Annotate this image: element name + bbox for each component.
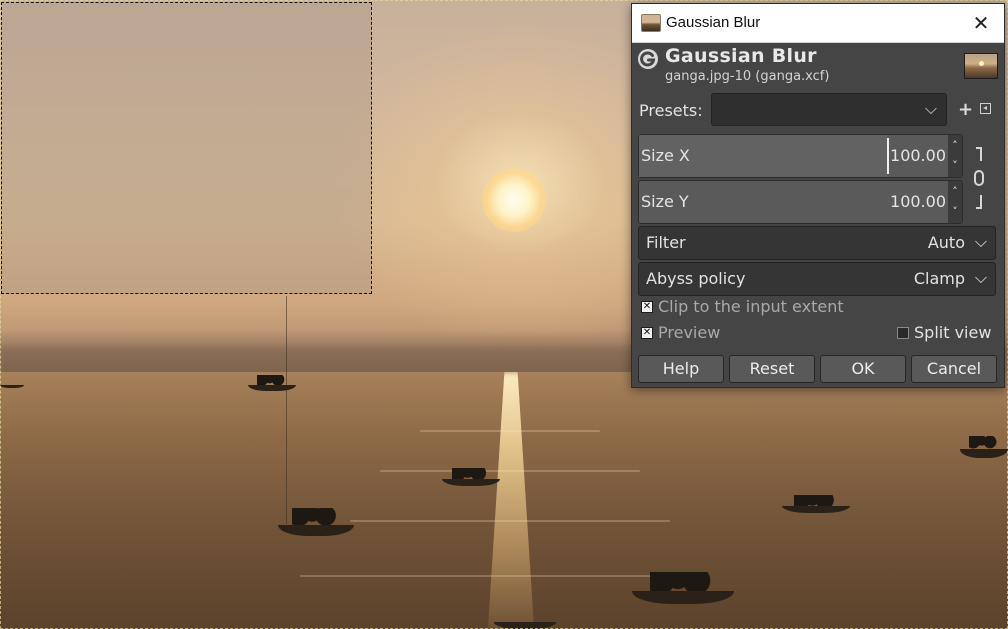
boat-mast	[286, 296, 287, 524]
boat	[248, 375, 296, 391]
abyss-policy-dropdown[interactable]: Abyss policy Clamp ⌵	[638, 262, 996, 296]
chain-link-icon[interactable]	[972, 145, 986, 211]
size-x-increment-icon[interactable]: ˄	[949, 136, 961, 156]
title-bar[interactable]: Gaussian Blur ✕	[632, 4, 1004, 43]
preview-label[interactable]: Preview	[658, 323, 720, 342]
ok-button[interactable]: OK	[820, 355, 906, 383]
boat	[494, 612, 556, 629]
image-subtitle: ganga.jpg-10 (ganga.xcf)	[665, 69, 830, 84]
clip-to-input-extent-label[interactable]: Clip to the input extent	[658, 297, 844, 316]
size-x-slider-cursor[interactable]	[887, 138, 889, 174]
boat	[632, 572, 734, 604]
window-app-icon	[641, 14, 661, 32]
boat	[782, 495, 850, 513]
boat	[442, 468, 500, 486]
size-x-stepper: ˄ ˅	[948, 135, 962, 177]
filter-label: Filter	[646, 233, 686, 252]
abyss-policy-value: Clamp	[913, 269, 965, 288]
presets-label: Presets:	[639, 101, 703, 120]
cancel-button[interactable]: Cancel	[911, 355, 997, 383]
close-button[interactable]: ✕	[958, 4, 1004, 42]
gaussian-blur-dialog: Gaussian Blur ✕ Gaussian Blur ganga.jpg-…	[631, 3, 1005, 388]
size-y-value[interactable]: 100.00	[890, 192, 946, 211]
size-y-stepper: ˄ ˅	[948, 181, 962, 223]
gimp-logo-icon	[638, 49, 658, 69]
chevron-down-icon: ⌵	[924, 99, 937, 118]
size-y-spinbutton[interactable]: Size Y 100.00 ˄ ˅	[638, 180, 963, 224]
abyss-policy-label: Abyss policy	[646, 269, 746, 288]
boat	[960, 436, 1008, 458]
water-ripple	[420, 430, 600, 432]
size-x-decrement-icon[interactable]: ˅	[949, 156, 961, 176]
window-title: Gaussian Blur	[666, 14, 761, 31]
dialog-title: Gaussian Blur	[665, 45, 817, 67]
presets-dropdown[interactable]: ⌵	[711, 93, 947, 126]
size-x-value[interactable]: 100.00	[890, 146, 946, 165]
filter-dropdown[interactable]: Filter Auto ⌵	[638, 226, 996, 260]
split-view-checkbox[interactable]	[897, 327, 909, 339]
filter-value: Auto	[927, 233, 965, 252]
presets-menu-icon[interactable]	[980, 103, 991, 114]
image-thumbnail	[964, 53, 998, 79]
size-y-label: Size Y	[641, 192, 689, 211]
chevron-down-icon: ⌵	[974, 232, 987, 251]
boat	[278, 508, 354, 536]
size-x-label: Size X	[641, 146, 690, 165]
boat	[0, 380, 24, 388]
sun	[482, 168, 546, 232]
water-ripple	[380, 470, 640, 472]
add-preset-icon[interactable]: +	[958, 99, 973, 120]
reset-button[interactable]: Reset	[729, 355, 815, 383]
size-y-increment-icon[interactable]: ˄	[949, 182, 961, 202]
help-button[interactable]: Help	[638, 355, 724, 383]
dialog-header: Gaussian Blur ganga.jpg-10 (ganga.xcf)	[632, 43, 1004, 89]
preview-checkbox[interactable]: ✕	[641, 327, 653, 339]
size-y-decrement-icon[interactable]: ˅	[949, 202, 961, 222]
water-ripple	[350, 520, 670, 522]
size-x-spinbutton[interactable]: Size X 100.00 ˄ ˅	[638, 134, 963, 178]
clip-to-input-extent-checkbox[interactable]: ✕	[641, 301, 653, 313]
rectangle-selection[interactable]	[1, 2, 372, 294]
split-view-label[interactable]: Split view	[914, 323, 991, 342]
chevron-down-icon: ⌵	[974, 268, 987, 287]
